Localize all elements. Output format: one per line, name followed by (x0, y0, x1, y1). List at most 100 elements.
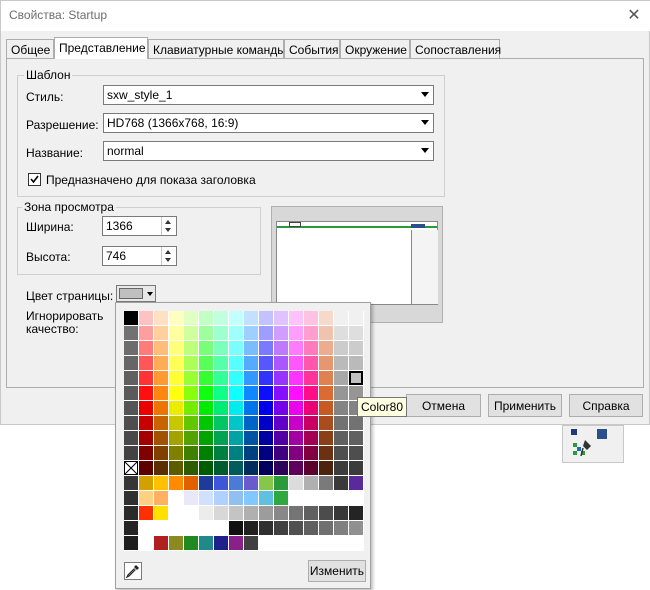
color-swatch[interactable] (349, 431, 363, 445)
color-swatch[interactable] (289, 401, 303, 415)
color-swatch[interactable] (154, 356, 168, 370)
color-swatch[interactable] (334, 386, 348, 400)
resolution-select[interactable]: HD768 (1366x768, 16:9) (103, 113, 434, 133)
selected-color-swatch[interactable] (349, 371, 363, 385)
color-swatch[interactable] (154, 341, 168, 355)
color-swatch[interactable] (334, 506, 348, 520)
color-swatch[interactable] (199, 341, 213, 355)
tab-environment[interactable]: Окружение (340, 39, 410, 58)
color-swatch[interactable] (184, 476, 198, 490)
color-swatch[interactable] (319, 401, 333, 415)
color-swatch[interactable] (274, 461, 288, 475)
color-swatch[interactable] (244, 461, 258, 475)
color-swatch[interactable] (274, 326, 288, 340)
width-spinner[interactable]: 1366 (102, 216, 177, 236)
color-swatch[interactable] (184, 341, 198, 355)
color-swatch[interactable] (244, 311, 258, 325)
color-swatch[interactable] (304, 356, 318, 370)
color-swatch[interactable] (274, 416, 288, 430)
color-swatch[interactable] (259, 536, 273, 550)
color-swatch[interactable] (349, 491, 363, 505)
color-swatch[interactable] (154, 461, 168, 475)
tab-mappings[interactable]: Сопоставления (410, 39, 501, 58)
color-swatch[interactable] (289, 386, 303, 400)
color-swatch[interactable] (289, 461, 303, 475)
color-swatch[interactable] (244, 536, 258, 550)
color-swatch[interactable] (154, 416, 168, 430)
color-swatch[interactable] (169, 311, 183, 325)
color-swatch[interactable] (184, 431, 198, 445)
color-swatch[interactable] (169, 536, 183, 550)
color-swatch[interactable] (244, 326, 258, 340)
color-swatch[interactable] (289, 476, 303, 490)
color-swatch[interactable] (244, 491, 258, 505)
color-swatch[interactable] (199, 431, 213, 445)
color-swatch[interactable] (349, 521, 363, 535)
color-swatch[interactable] (229, 341, 243, 355)
color-swatch[interactable] (229, 491, 243, 505)
color-swatch[interactable] (229, 461, 243, 475)
header-checkbox[interactable] (28, 173, 41, 186)
color-swatch[interactable] (214, 521, 228, 535)
color-swatch[interactable] (199, 401, 213, 415)
color-swatch[interactable] (199, 311, 213, 325)
color-swatch[interactable] (274, 506, 288, 520)
color-swatch[interactable] (214, 446, 228, 460)
color-swatch[interactable] (304, 536, 318, 550)
color-swatch[interactable] (139, 416, 153, 430)
color-swatch[interactable] (229, 536, 243, 550)
color-swatch[interactable] (274, 476, 288, 490)
color-swatch[interactable] (214, 416, 228, 430)
tab-view[interactable]: Представление (54, 37, 148, 59)
color-swatch[interactable] (334, 416, 348, 430)
color-swatch[interactable] (289, 506, 303, 520)
color-swatch[interactable] (124, 341, 138, 355)
color-swatch[interactable] (169, 386, 183, 400)
color-swatch[interactable] (124, 491, 138, 505)
color-swatch[interactable] (139, 341, 153, 355)
color-swatch[interactable] (229, 326, 243, 340)
color-swatch[interactable] (289, 326, 303, 340)
color-swatch[interactable] (169, 461, 183, 475)
color-swatch[interactable] (349, 536, 363, 550)
color-swatch[interactable] (274, 356, 288, 370)
color-swatch[interactable] (289, 536, 303, 550)
color-swatch[interactable] (169, 416, 183, 430)
color-swatch[interactable] (349, 476, 363, 490)
color-swatch[interactable] (349, 506, 363, 520)
color-swatch[interactable] (244, 476, 258, 490)
color-swatch[interactable] (139, 491, 153, 505)
color-swatch[interactable] (214, 431, 228, 445)
color-swatch[interactable] (154, 326, 168, 340)
color-swatch[interactable] (244, 401, 258, 415)
color-swatch[interactable] (184, 521, 198, 535)
color-swatch[interactable] (259, 401, 273, 415)
change-color-button[interactable]: Изменить (308, 560, 366, 582)
color-swatch[interactable] (319, 386, 333, 400)
color-swatch[interactable] (214, 461, 228, 475)
color-swatch[interactable] (154, 491, 168, 505)
color-swatch[interactable] (229, 521, 243, 535)
color-swatch[interactable] (259, 326, 273, 340)
color-swatch[interactable] (199, 386, 213, 400)
color-swatch[interactable] (139, 536, 153, 550)
color-swatch[interactable] (304, 401, 318, 415)
color-swatch[interactable] (184, 446, 198, 460)
color-swatch[interactable] (154, 446, 168, 460)
color-swatch[interactable] (259, 506, 273, 520)
color-swatch[interactable] (304, 416, 318, 430)
color-swatch[interactable] (169, 341, 183, 355)
color-swatch[interactable] (124, 356, 138, 370)
color-swatch[interactable] (304, 521, 318, 535)
color-swatch[interactable] (184, 416, 198, 430)
spin-arrows-icon[interactable] (161, 247, 176, 265)
color-swatch[interactable] (259, 356, 273, 370)
color-swatch[interactable] (139, 431, 153, 445)
color-swatch[interactable] (139, 371, 153, 385)
color-swatch[interactable] (304, 506, 318, 520)
color-swatch[interactable] (154, 476, 168, 490)
color-swatch[interactable] (319, 341, 333, 355)
color-swatch[interactable] (169, 506, 183, 520)
color-swatch[interactable] (214, 371, 228, 385)
color-swatch[interactable] (349, 326, 363, 340)
